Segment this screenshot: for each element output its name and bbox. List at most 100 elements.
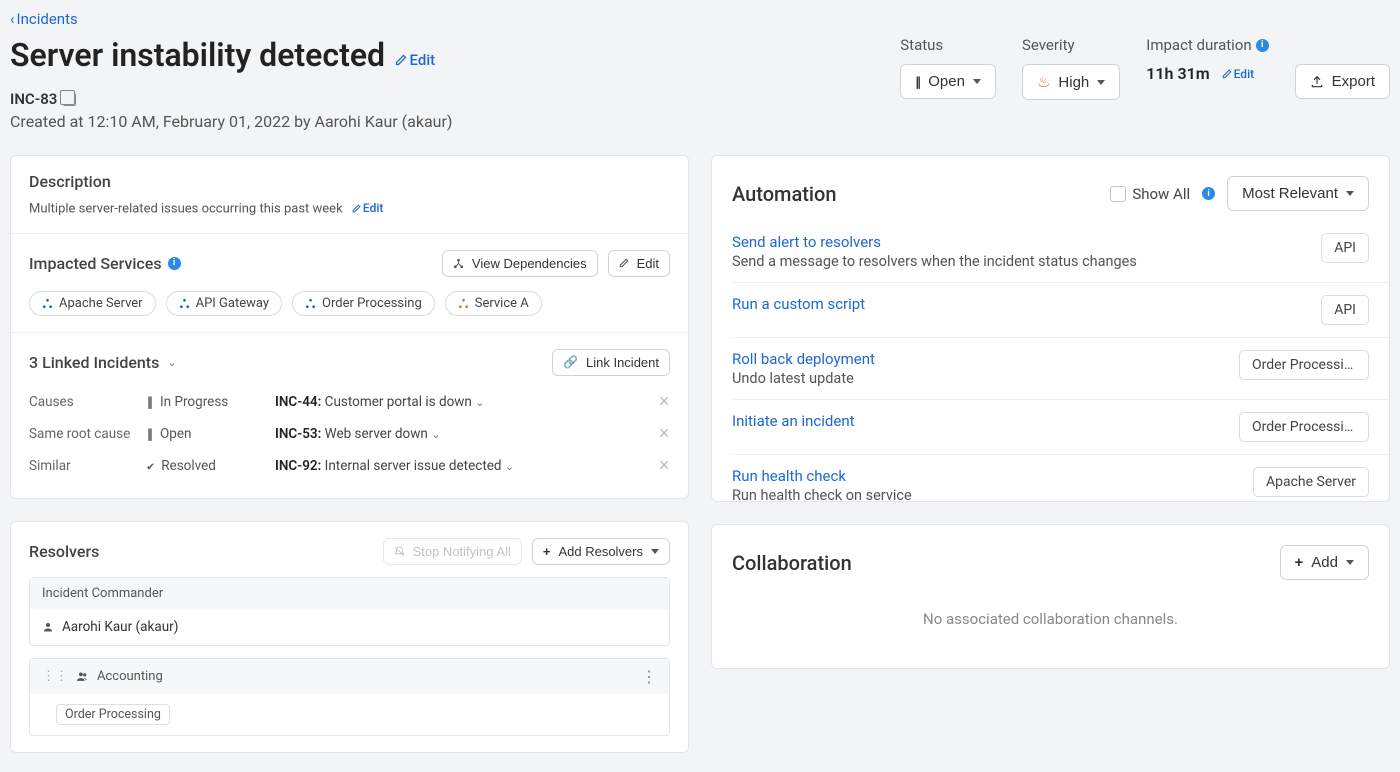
automation-tag[interactable]: Order Processing: [1239, 350, 1369, 380]
stop-notifying-button: Stop Notifying All: [383, 538, 522, 565]
automation-tag[interactable]: API: [1321, 233, 1369, 263]
linked-incident-link[interactable]: INC-53: Web server down ⌄: [275, 426, 642, 442]
incident-id: INC-83: [10, 90, 57, 108]
plus-icon: +: [1295, 554, 1304, 571]
linked-status: Open: [160, 426, 191, 442]
team-tag[interactable]: Order Processing: [56, 704, 170, 725]
incident-commander-box: Incident Commander Aarohi Kaur (akaur): [29, 577, 670, 646]
description-text: Multiple server-related issues occurring…: [29, 202, 343, 217]
chevron-down-icon: [651, 549, 659, 554]
link-icon: 🔗: [563, 355, 578, 369]
remove-link-button[interactable]: ✕: [650, 458, 670, 474]
export-button[interactable]: Export: [1295, 64, 1390, 99]
collaboration-empty: No associated collaboration channels.: [732, 580, 1369, 648]
breadcrumb-back[interactable]: ‹ Incidents: [10, 10, 78, 28]
impacted-title: Impacted Services: [29, 254, 162, 273]
service-name: Order Processing: [322, 296, 422, 311]
automation-tag[interactable]: Order Processing: [1239, 412, 1369, 442]
linked-incident-row: Causes ∥ In Progress INC-44: Customer porta…: [29, 386, 670, 418]
service-icon: [458, 298, 469, 309]
resolvers-title: Resolvers: [29, 542, 99, 561]
chevron-down-icon: ⌄: [431, 428, 440, 441]
chevron-left-icon: ‹: [10, 10, 15, 28]
remove-link-button[interactable]: ✕: [650, 394, 670, 410]
service-icon: [179, 298, 190, 309]
chevron-down-icon: [1097, 80, 1105, 85]
group-icon: [76, 670, 89, 683]
automation-item: Run health check Run health check on serv…: [732, 455, 1389, 501]
edit-impacted-button[interactable]: Edit: [608, 250, 670, 277]
commander-name: Aarohi Kaur (akaur): [62, 619, 178, 635]
collaboration-card: Collaboration + Add No associated collab…: [711, 524, 1390, 669]
automation-action-link[interactable]: Initiate an incident: [732, 412, 855, 430]
chevron-down-icon: ⌄: [505, 460, 514, 473]
user-icon: [42, 621, 54, 633]
automation-tag[interactable]: API: [1321, 295, 1369, 325]
service-chip[interactable]: API Gateway: [166, 291, 282, 316]
edit-impact-link[interactable]: Edit: [1222, 67, 1254, 81]
link-incident-button[interactable]: 🔗 Link Incident: [552, 349, 670, 376]
status-dropdown[interactable]: ∥ Open: [900, 64, 996, 99]
linked-incident-row: Similar✔ResolvedINC-92: Internal server …: [29, 450, 670, 482]
info-icon[interactable]: i: [1202, 187, 1215, 200]
add-resolvers-button[interactable]: + Add Resolvers: [532, 538, 670, 565]
pencil-icon: [1222, 69, 1232, 79]
impact-value: 11h 31m: [1146, 64, 1209, 83]
service-chip[interactable]: Apache Server: [29, 291, 156, 316]
automation-action-link[interactable]: Run a custom script: [732, 295, 865, 313]
edit-title-link[interactable]: Edit: [395, 51, 436, 69]
checkbox-icon: [1110, 186, 1126, 202]
service-chip[interactable]: Order Processing: [292, 291, 435, 316]
automation-sub: Send a message to resolvers when the inc…: [732, 253, 1137, 270]
copy-icon[interactable]: [63, 93, 76, 106]
linked-incident-row: Same root cause∥OpenINC-53: Web server d…: [29, 418, 670, 450]
description-card: Description Multiple server-related issu…: [10, 155, 689, 499]
impact-label: Impact duration i: [1146, 36, 1268, 54]
automation-action-link[interactable]: Roll back deployment: [732, 350, 875, 368]
bell-off-icon: [394, 546, 405, 557]
automation-sort-dropdown[interactable]: Most Relevant: [1227, 176, 1369, 211]
automation-tag[interactable]: Apache Server: [1253, 467, 1369, 497]
service-name: API Gateway: [196, 296, 269, 311]
automation-action-link[interactable]: Send alert to resolvers: [732, 233, 1137, 251]
page-title: Server instability detected: [10, 36, 385, 74]
status-icon: ∥: [147, 395, 152, 409]
pause-icon: ∥: [915, 75, 920, 89]
add-collaboration-button[interactable]: + Add: [1280, 545, 1369, 580]
linked-incident-link[interactable]: INC-92: Internal server issue detected ⌄: [275, 458, 642, 474]
linked-relation: Causes: [29, 394, 139, 410]
kebab-menu-icon[interactable]: ⋮: [641, 667, 657, 686]
linked-incidents-toggle[interactable]: 3 Linked Incidents ⌄: [29, 353, 177, 372]
automation-action-link[interactable]: Run health check: [732, 467, 912, 485]
service-name: Service A: [475, 296, 529, 311]
chevron-down-icon: ⌄: [475, 396, 484, 409]
service-name: Apache Server: [59, 296, 143, 311]
info-icon[interactable]: i: [1256, 39, 1269, 52]
pencil-icon: [619, 258, 629, 268]
linked-status: In Progress: [160, 394, 228, 410]
chevron-down-icon: [1346, 560, 1354, 565]
severity-dropdown[interactable]: ♨ High: [1022, 64, 1120, 100]
automation-sub: Run health check on service: [732, 487, 912, 501]
info-icon[interactable]: i: [168, 257, 181, 270]
edit-description-link[interactable]: Edit: [352, 201, 383, 215]
description-title: Description: [29, 172, 670, 191]
pencil-icon: [352, 204, 361, 213]
remove-link-button[interactable]: ✕: [650, 426, 670, 442]
linked-incident-link[interactable]: INC-44: Customer portal is down ⌄: [275, 394, 642, 410]
automation-item: Initiate an incident Order Processing: [732, 400, 1389, 455]
service-icon: [305, 298, 316, 309]
linked-status: Resolved: [161, 458, 216, 474]
flame-icon: ♨: [1037, 73, 1050, 91]
drag-handle-icon[interactable]: ⋮⋮: [42, 669, 68, 684]
status-label: Status: [900, 36, 996, 54]
view-dependencies-button[interactable]: View Dependencies: [442, 250, 598, 277]
status-icon: ∥: [147, 427, 152, 441]
incident-commander-label: Incident Commander: [30, 578, 669, 609]
chevron-down-icon: [973, 79, 981, 84]
collaboration-title: Collaboration: [732, 551, 852, 575]
service-chip[interactable]: Service A: [445, 291, 542, 316]
automation-title: Automation: [732, 182, 837, 206]
team-name: Accounting: [97, 669, 163, 684]
show-all-checkbox[interactable]: Show All: [1110, 185, 1190, 203]
